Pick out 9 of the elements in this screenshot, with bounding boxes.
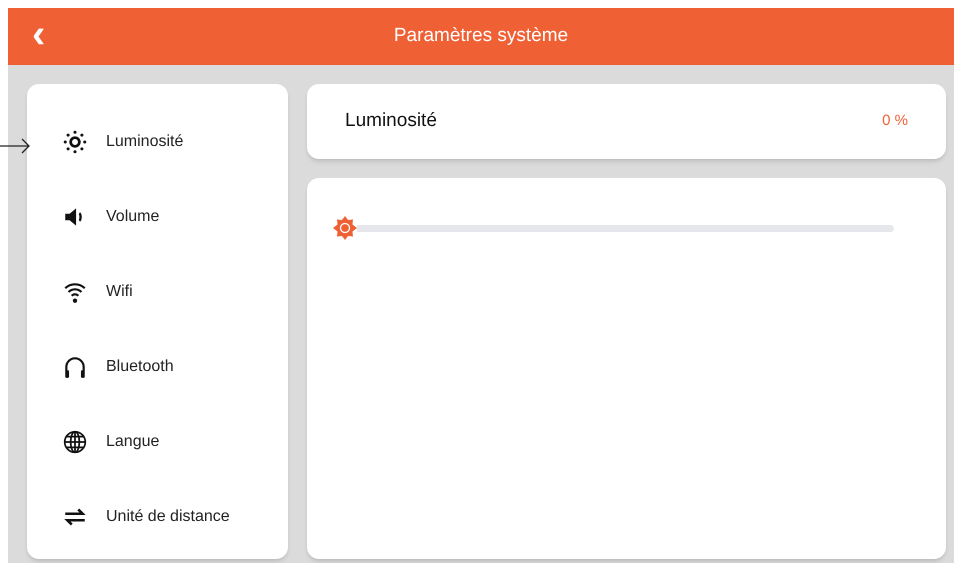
sidebar-item[interactable]: Langue: [62, 427, 288, 457]
sidebar-item[interactable]: Wifi: [62, 277, 288, 307]
sidebar-item[interactable]: Volume: [62, 202, 288, 232]
sidebar-item[interactable]: Bluetooth: [62, 352, 288, 382]
setting-title: Luminosité: [345, 109, 437, 134]
sidebar-item[interactable]: Luminosité: [62, 127, 288, 157]
setting-value: 0 %: [882, 111, 908, 132]
sidebar-item[interactable]: Unité de distance: [62, 502, 288, 532]
screen-title: Paramètres système: [394, 24, 568, 48]
